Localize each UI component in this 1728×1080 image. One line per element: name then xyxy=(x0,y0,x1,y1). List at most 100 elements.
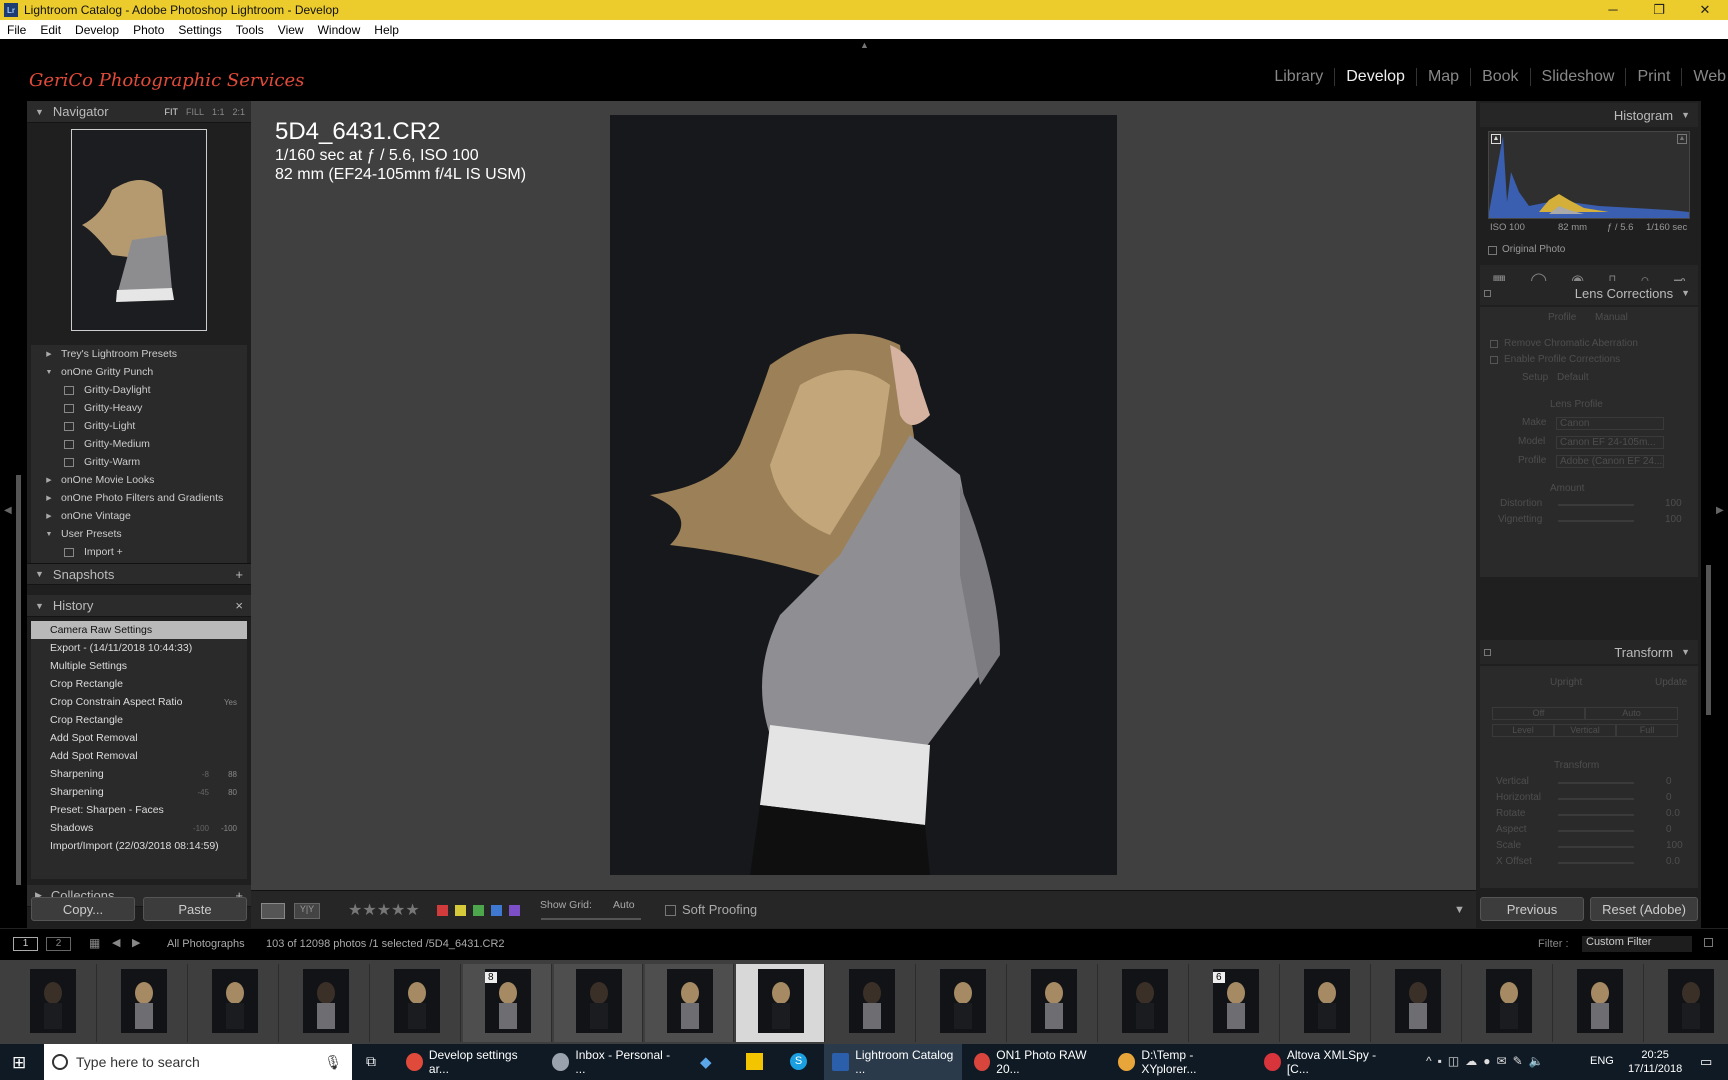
history-item[interactable]: Crop Constrain Aspect Ratio Yes xyxy=(31,693,247,711)
filmstrip-thumbnail[interactable] xyxy=(99,964,188,1042)
preset-folder[interactable]: ▶ onOne Movie Looks xyxy=(31,471,247,489)
filmstrip-thumbnail[interactable] xyxy=(645,964,734,1042)
make-select[interactable]: Canon xyxy=(1556,417,1664,430)
preset-folder[interactable]: ▼ onOne Gritty Punch xyxy=(31,363,247,381)
upright-vertical-button[interactable]: Vertical xyxy=(1554,724,1616,737)
enable-profile-checkbox[interactable] xyxy=(1490,356,1498,364)
filmstrip-thumbnail[interactable] xyxy=(1373,964,1462,1042)
show-grid-select[interactable]: Auto xyxy=(613,899,635,911)
transform-slider-value[interactable]: 0 xyxy=(1666,792,1672,803)
tray-network-icon[interactable]: ◫ xyxy=(1448,1054,1459,1068)
left-scrollbar[interactable] xyxy=(16,475,21,885)
menu-window[interactable]: Window xyxy=(311,23,368,37)
skype-icon[interactable]: S xyxy=(790,1053,807,1070)
preset-item[interactable]: Import + xyxy=(31,543,247,561)
lens-corrections-header[interactable]: Lens Corrections ▼ xyxy=(1480,281,1698,305)
toolbar-menu-icon[interactable]: ▼ xyxy=(1454,904,1465,916)
module-map[interactable]: Map xyxy=(1417,68,1472,86)
collapse-triangle-icon[interactable]: ▼ xyxy=(35,601,44,611)
preset-folder[interactable]: ▶ onOne Photo Filters and Gradients xyxy=(31,489,247,507)
menu-tools[interactable]: Tools xyxy=(229,23,271,37)
nav-2to1-option[interactable]: 2:1 xyxy=(232,107,245,117)
taskbar-xyplorer[interactable]: D:\Temp - XYplorer... xyxy=(1118,1044,1248,1080)
history-item[interactable]: Add Spot Removal xyxy=(31,747,247,765)
right-scrollbar[interactable] xyxy=(1706,565,1711,715)
top-panel-toggle-icon[interactable]: ▲ xyxy=(860,40,869,50)
remove-ca-checkbox[interactable] xyxy=(1490,340,1498,348)
back-arrow-icon[interactable]: ◀ xyxy=(112,936,120,949)
pinned-app-icon[interactable]: ◆ xyxy=(700,1053,712,1071)
main-photo[interactable] xyxy=(610,115,1117,875)
color-label-red[interactable] xyxy=(437,905,448,916)
copy-settings-button[interactable]: Copy... xyxy=(31,897,135,921)
navigator-preview[interactable] xyxy=(71,129,207,331)
previous-button[interactable]: Previous xyxy=(1480,897,1584,921)
collapsed-triangle-icon[interactable]: ▶ xyxy=(43,494,55,502)
menu-help[interactable]: Help xyxy=(367,23,406,37)
transform-header[interactable]: Transform ▼ xyxy=(1480,640,1698,664)
history-item[interactable]: Preset: Sharpen - Faces xyxy=(31,801,247,819)
collapsed-triangle-icon[interactable]: ▶ xyxy=(43,350,55,358)
shadow-clipping-icon[interactable]: ▲ xyxy=(1491,134,1501,144)
collapse-triangle-icon[interactable]: ▼ xyxy=(35,107,44,117)
lens-tab-manual[interactable]: Manual xyxy=(1595,312,1628,323)
original-photo-checkbox[interactable] xyxy=(1488,246,1497,255)
before-after-icon[interactable]: Y|Y xyxy=(294,903,320,919)
nav-1to1-option[interactable]: 1:1 xyxy=(212,107,225,117)
distortion-value[interactable]: 100 xyxy=(1665,498,1682,509)
filmstrip-thumbnail[interactable] xyxy=(1555,964,1644,1042)
transform-slider[interactable] xyxy=(1558,798,1634,800)
history-item[interactable]: Crop Rectangle xyxy=(31,711,247,729)
filmstrip-thumbnail[interactable] xyxy=(8,964,97,1042)
filmstrip-thumbnail[interactable] xyxy=(827,964,916,1042)
left-panel-toggle-icon[interactable]: ◀ xyxy=(4,505,12,516)
histogram-graph[interactable]: ▲ ▲ xyxy=(1488,131,1690,219)
source-label[interactable]: All Photographs xyxy=(167,938,245,950)
preset-folder[interactable]: ▼ User Presets xyxy=(31,525,247,543)
menu-edit[interactable]: Edit xyxy=(33,23,68,37)
taskbar-outlook[interactable]: Inbox - Personal - ... xyxy=(552,1044,680,1080)
main-window-button[interactable]: 1 xyxy=(13,937,38,951)
nav-fill-option[interactable]: FILL xyxy=(186,107,204,117)
filmstrip-thumbnail[interactable] xyxy=(1464,964,1553,1042)
history-item[interactable]: Crop Rectangle xyxy=(31,675,247,693)
loupe-view-icon[interactable] xyxy=(261,903,285,919)
history-header[interactable]: ▼ History × xyxy=(27,595,251,617)
vignetting-value[interactable]: 100 xyxy=(1665,514,1682,525)
navigator-header[interactable]: ▼ Navigator FIT FILL 1:1 2:1 xyxy=(27,101,251,123)
transform-slider[interactable] xyxy=(1558,862,1634,864)
update-button[interactable]: Update xyxy=(1655,677,1687,688)
profile-select[interactable]: Adobe (Canon EF 24... xyxy=(1556,455,1664,468)
filmstrip-thumbnail[interactable] xyxy=(1100,964,1189,1042)
maximize-button[interactable]: ❐ xyxy=(1636,0,1682,20)
filmstrip-thumbnail[interactable] xyxy=(918,964,1007,1042)
history-item[interactable]: Sharpening -45 80 xyxy=(31,783,247,801)
taskbar-lightroom[interactable]: Lightroom Catalog ... xyxy=(824,1044,962,1080)
language-indicator[interactable]: ENG xyxy=(1590,1055,1614,1067)
windows-start-icon[interactable]: ⊞ xyxy=(12,1053,26,1073)
history-item[interactable]: Multiple Settings xyxy=(31,657,247,675)
filmstrip-thumbnail[interactable]: 6 xyxy=(1191,964,1280,1042)
collapse-triangle-icon[interactable]: ▼ xyxy=(35,569,44,579)
filter-select[interactable]: Custom Filter xyxy=(1582,936,1692,952)
collapsed-triangle-icon[interactable]: ▶ xyxy=(43,476,55,484)
notification-icon[interactable]: ▭ xyxy=(1700,1054,1712,1070)
preset-item[interactable]: Gritty-Warm xyxy=(31,453,247,471)
filter-lock-icon[interactable] xyxy=(1704,938,1713,947)
setup-select[interactable]: Default xyxy=(1557,372,1589,383)
preset-item[interactable]: Gritty-Heavy xyxy=(31,399,247,417)
transform-slider-value[interactable]: 0.0 xyxy=(1666,808,1680,819)
color-label-green[interactable] xyxy=(473,905,484,916)
filmstrip-thumbnail[interactable]: 8 xyxy=(463,964,552,1042)
clear-history-icon[interactable]: × xyxy=(235,598,243,613)
filmstrip-thumbnail[interactable] xyxy=(1646,964,1728,1042)
distortion-slider[interactable] xyxy=(1558,504,1634,506)
transform-slider[interactable] xyxy=(1558,814,1634,816)
color-label-yellow[interactable] xyxy=(455,905,466,916)
upright-off-button[interactable]: Off xyxy=(1492,707,1585,720)
menu-develop[interactable]: Develop xyxy=(68,23,126,37)
transform-slider-value[interactable]: 100 xyxy=(1666,840,1683,851)
history-item[interactable]: Camera Raw Settings xyxy=(31,621,247,639)
tray-chevron-icon[interactable]: ^ xyxy=(1426,1054,1432,1068)
tray-mail-icon[interactable]: ✉ xyxy=(1497,1054,1507,1068)
